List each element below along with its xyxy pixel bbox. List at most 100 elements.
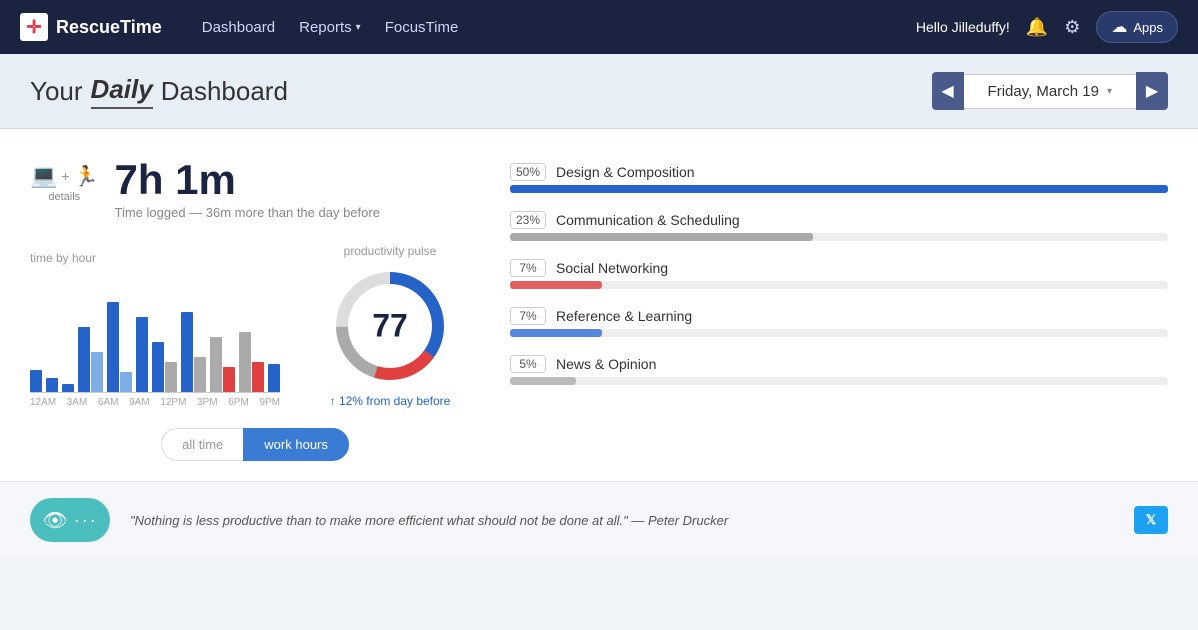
bar: [107, 302, 119, 392]
bar: [136, 317, 148, 392]
title-accent: Daily: [91, 74, 153, 109]
category-pct-social: 7%: [510, 259, 546, 277]
donut-score: 77: [372, 308, 408, 345]
category-bar-fill-comm: [510, 233, 813, 241]
bar: [78, 327, 90, 392]
category-bar-fill-social: [510, 281, 602, 289]
category-bar-bg-social: [510, 281, 1168, 289]
title-suffix: Dashboard: [161, 76, 288, 107]
twitter-share-button[interactable]: 𝕏: [1134, 506, 1168, 534]
details-link[interactable]: details: [30, 191, 99, 203]
quote-bar: 👁 ··· "Nothing is less productive than t…: [0, 481, 1198, 558]
category-name-design: Design & Composition: [556, 164, 695, 180]
nav-dashboard[interactable]: Dashboard: [202, 19, 275, 36]
page-title: Your Daily Dashboard: [30, 74, 288, 109]
bar-group-2pm: [210, 337, 235, 392]
bar-group-4pm: [268, 364, 280, 392]
category-name-news: News & Opinion: [556, 356, 656, 372]
category-pct-ref: 7%: [510, 307, 546, 325]
bar: [120, 372, 132, 392]
category-name-comm: Communication & Scheduling: [556, 212, 740, 228]
category-bar-fill-design: [510, 185, 1168, 193]
label-3pm: 3PM: [197, 397, 218, 408]
category-pct-design: 50%: [510, 163, 546, 181]
bar-group-12pm: [152, 342, 177, 392]
date-navigation: ◀ Friday, March 19 ▾ ▶: [932, 72, 1168, 110]
bar: [210, 337, 222, 392]
donut-chart: 77: [330, 266, 450, 386]
category-bar-fill-news: [510, 377, 576, 385]
bar: [194, 357, 206, 392]
bar: [30, 370, 42, 392]
work-hours-toggle[interactable]: work hours: [243, 428, 349, 461]
reports-dropdown-icon: ▾: [356, 22, 361, 33]
notification-bell-icon[interactable]: 🔔: [1026, 17, 1048, 38]
bar-chart: [30, 273, 280, 393]
apps-button[interactable]: ☁ Apps: [1096, 11, 1178, 43]
category-bar-bg-comm: [510, 233, 1168, 241]
bar: [252, 362, 264, 392]
bar-group-10am: [107, 302, 132, 392]
bar: [223, 367, 235, 392]
bar: [268, 364, 280, 392]
label-9pm: 9PM: [259, 397, 280, 408]
category-bar-fill-ref: [510, 329, 602, 337]
quote-text: "Nothing is less productive than to make…: [130, 513, 1114, 528]
category-pct-comm: 23%: [510, 211, 546, 229]
bar-group-12am: [30, 370, 42, 392]
productivity-pulse: productivity pulse 77 ↑ 12%: [300, 244, 480, 408]
title-prefix: Your: [30, 76, 83, 107]
laptop-icon: 💻: [30, 163, 57, 189]
date-dropdown-icon: ▾: [1107, 86, 1112, 97]
brand-logo[interactable]: ✛ RescueTime: [20, 13, 162, 41]
category-name-ref: Reference & Learning: [556, 308, 692, 324]
loading-dots-icon: ···: [74, 510, 98, 531]
logo-icon: ✛: [20, 13, 48, 41]
time-by-hour-label: time by hour: [30, 251, 280, 265]
label-6pm: 6PM: [228, 397, 249, 408]
bar: [165, 362, 177, 392]
category-reference: 7% Reference & Learning: [510, 307, 1168, 337]
charts-row: time by hour: [30, 244, 480, 408]
bar-group-2am: [62, 384, 74, 392]
cloud-icon: ☁: [1111, 17, 1127, 37]
bar: [46, 378, 58, 392]
category-bar-bg-news: [510, 377, 1168, 385]
next-date-button[interactable]: ▶: [1136, 72, 1168, 110]
date-display: Friday, March 19 ▾: [964, 74, 1136, 109]
productivity-label: productivity pulse: [300, 244, 480, 258]
time-by-hour-chart: time by hour: [30, 251, 280, 408]
brand-name: RescueTime: [56, 17, 162, 38]
category-news: 5% News & Opinion: [510, 355, 1168, 385]
prev-date-button[interactable]: ◀: [932, 72, 964, 110]
nav-reports[interactable]: Reports ▾: [299, 19, 361, 36]
category-social: 7% Social Networking: [510, 259, 1168, 289]
person-icon: 🏃: [74, 164, 99, 189]
greeting-text: Hello Jilleduffy!: [916, 19, 1010, 35]
plus-icon: +: [61, 168, 69, 184]
navbar: ✛ RescueTime Dashboard Reports ▾ FocusTi…: [0, 0, 1198, 54]
bar-group-3pm: [239, 332, 264, 392]
settings-wrench-icon[interactable]: ⚙: [1064, 17, 1080, 38]
total-time: 7h 1m: [115, 159, 380, 201]
bar: [62, 384, 74, 392]
bar-group-1pm: [181, 312, 206, 392]
bar-group-11am: [136, 317, 148, 392]
bar: [91, 352, 103, 392]
time-toggles: all time work hours: [30, 428, 480, 461]
nav-links: Dashboard Reports ▾ FocusTime: [202, 19, 459, 36]
category-bar-bg-ref: [510, 329, 1168, 337]
pulse-change-text: ↑ 12% from day before: [330, 394, 451, 408]
current-date: Friday, March 19: [988, 83, 1099, 100]
label-6am: 6AM: [98, 397, 119, 408]
bar-group-9am: [78, 327, 103, 392]
main-content: 💻 + 🏃 details 7h 1m Time logged — 36m mo…: [0, 129, 1198, 481]
bar: [181, 312, 193, 392]
page-header: Your Daily Dashboard ◀ Friday, March 19 …: [0, 54, 1198, 129]
bar-labels: 12AM 3AM 6AM 9AM 12PM 3PM 6PM 9PM: [30, 393, 280, 408]
device-icons-group: 💻 + 🏃 details: [30, 159, 99, 203]
all-time-toggle[interactable]: all time: [161, 428, 243, 461]
twitter-icon: 𝕏: [1146, 512, 1156, 528]
time-summary: 💻 + 🏃 details 7h 1m Time logged — 36m mo…: [30, 159, 480, 220]
nav-focustime[interactable]: FocusTime: [385, 19, 459, 36]
